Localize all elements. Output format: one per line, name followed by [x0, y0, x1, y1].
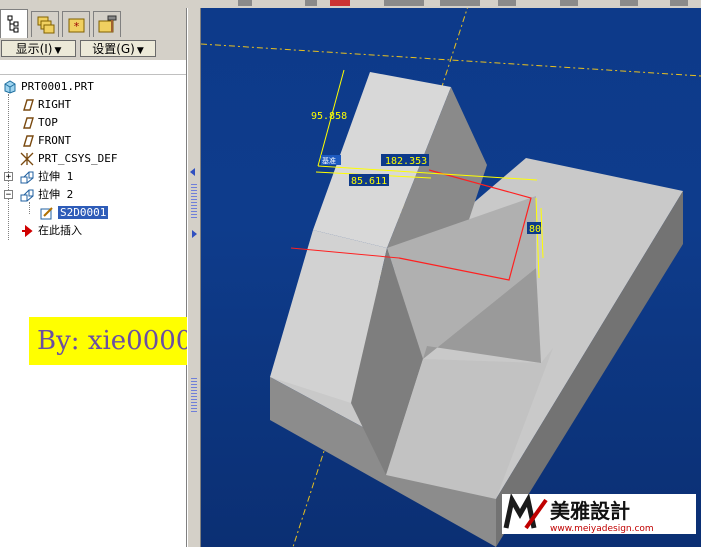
expand-right-arrow-icon[interactable] [192, 230, 197, 238]
toolbar-icon[interactable] [238, 0, 252, 6]
csys-icon [20, 152, 34, 166]
datum-plane-icon [20, 98, 34, 112]
color-toolbar-icon[interactable] [330, 0, 350, 6]
logo-brand: 美雅設計 [550, 499, 630, 523]
chevron-down-icon: ▼ [136, 46, 144, 56]
splitter-grip [191, 378, 197, 412]
datum-plane-icon [20, 134, 34, 148]
tree-item-label: FRONT [38, 134, 72, 147]
tree-item-label: 在此插入 [38, 224, 82, 237]
extrude-icon [20, 188, 34, 202]
tree-item-label: 拉伸 2 [38, 188, 74, 201]
dimension-label: 85.611 [351, 176, 387, 187]
tree-item-label: RIGHT [38, 98, 72, 111]
toolbar-icon[interactable] [670, 0, 688, 6]
tab-folder-browser[interactable] [93, 11, 121, 37]
tree-item-top[interactable]: TOP [20, 114, 58, 132]
logo-mark-icon: 美雅設計 www.meiyadesign.com [503, 493, 654, 534]
tree-item-extrude-2[interactable]: 拉伸 2 [20, 186, 73, 204]
toolbar-icon[interactable] [498, 0, 516, 6]
tree-filter-field[interactable] [0, 60, 186, 75]
reference-tag: 基准 [322, 156, 336, 165]
dimension-label: 182.353 [385, 156, 427, 167]
brand-logo: 美雅設計 www.meiyadesign.com [502, 493, 696, 534]
dimension-label: 80 [529, 224, 541, 235]
toolbar-icon[interactable] [560, 0, 578, 6]
toolbar-icon[interactable] [384, 0, 424, 6]
tab-model-tree[interactable] [0, 9, 28, 38]
tree-connector [8, 94, 9, 240]
folder-hammer-icon [98, 15, 117, 33]
tree-item-front[interactable]: FRONT [20, 132, 71, 150]
model-tree-icon [7, 15, 19, 33]
settings-dropdown[interactable]: 设置(G) ▼ [80, 40, 156, 57]
model-view: 95.858 182.353 85.611 80 基准 [201, 8, 701, 547]
favorites-icon: * [68, 18, 85, 33]
tree-item-label: PRT_CSYS_DEF [38, 152, 118, 165]
toolbar-icon[interactable] [440, 0, 480, 6]
tab-layers[interactable] [31, 11, 59, 37]
collapse-left-arrow-icon[interactable] [190, 168, 195, 176]
part-icon [3, 80, 17, 94]
insert-arrow-icon [20, 224, 34, 238]
splitter-grip [191, 184, 197, 218]
toolbar-icon[interactable] [620, 0, 638, 6]
svg-text:*: * [74, 20, 80, 33]
graphics-viewport[interactable]: 95.858 182.353 85.611 80 基准 [201, 8, 701, 547]
sketch-icon [40, 206, 54, 220]
datum-plane-icon [20, 116, 34, 130]
panel-splitter[interactable] [187, 8, 201, 547]
tree-item-extrude-1[interactable]: 拉伸 1 [20, 168, 73, 186]
expand-toggle[interactable]: + [4, 172, 13, 182]
navigator-panel: * 显示(I) ▼ 设置(G) ▼ PRT0001.PRT RIGHT TOP … [0, 8, 187, 547]
navigator-button-row: 显示(I) ▼ 设置(G) ▼ [0, 38, 186, 61]
tree-item-sketch[interactable]: S2D0001 [40, 204, 109, 222]
extrude-icon [20, 170, 34, 184]
tree-root-label: PRT0001.PRT [21, 80, 94, 93]
collapse-toggle[interactable]: − [4, 190, 13, 200]
tab-favorites[interactable]: * [62, 11, 90, 37]
tree-item-label: S2D0001 [58, 206, 109, 219]
tree-item-label: 拉伸 1 [38, 170, 74, 183]
tree-item-insert-here[interactable]: 在此插入 [20, 222, 82, 240]
tree-item-label: TOP [38, 116, 58, 129]
tree-connector [29, 202, 30, 214]
display-dropdown[interactable]: 显示(I) ▼ [1, 40, 76, 57]
layers-icon [37, 16, 55, 34]
tree-root[interactable]: PRT0001.PRT [3, 78, 94, 96]
navigator-tabs: * [0, 8, 186, 38]
display-dropdown-label: 显示(I) [15, 42, 53, 56]
tree-item-right[interactable]: RIGHT [20, 96, 71, 114]
logo-url: www.meiyadesign.com [550, 524, 654, 534]
chevron-down-icon: ▼ [54, 46, 62, 56]
toolbar-icon[interactable] [305, 0, 317, 6]
settings-dropdown-label: 设置(G) [92, 42, 135, 56]
tree-item-csys[interactable]: PRT_CSYS_DEF [20, 150, 117, 168]
dimension-label: 95.858 [311, 111, 347, 122]
